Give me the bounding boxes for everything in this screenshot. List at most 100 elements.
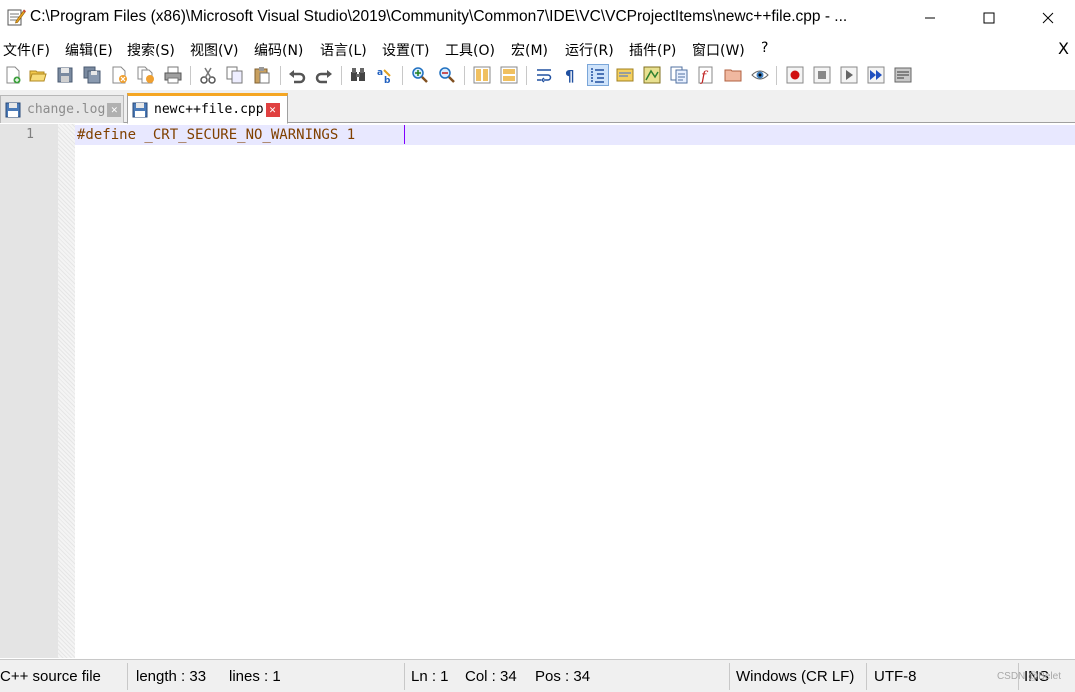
folder-as-workspace-button[interactable] bbox=[722, 64, 744, 86]
save-all-button[interactable] bbox=[81, 64, 103, 86]
copy-icon bbox=[226, 66, 243, 84]
close-all-button[interactable] bbox=[135, 64, 157, 86]
status-position: Pos : 34 bbox=[535, 668, 591, 685]
menu-help[interactable]: ? bbox=[761, 40, 768, 56]
toolbar-separator bbox=[280, 66, 281, 85]
zoom-in-button[interactable] bbox=[409, 64, 431, 86]
close-all-icon bbox=[137, 66, 154, 84]
minimize-icon bbox=[925, 17, 935, 19]
stop-icon bbox=[813, 66, 831, 84]
play-icon bbox=[840, 66, 858, 84]
word-wrap-button[interactable] bbox=[533, 64, 555, 86]
status-encoding[interactable]: UTF-8 bbox=[874, 668, 917, 685]
open-file-button[interactable] bbox=[27, 64, 49, 86]
sync-horizontal-icon bbox=[500, 66, 518, 84]
menu-language[interactable]: 语言(L) bbox=[320, 40, 367, 60]
code-line[interactable]: #define _CRT_SECURE_NO_WARNINGS 1 bbox=[77, 127, 355, 143]
redo-icon bbox=[315, 70, 332, 84]
stop-macro-button[interactable] bbox=[811, 64, 833, 86]
function-list-icon bbox=[670, 66, 688, 84]
eye-icon bbox=[751, 70, 769, 80]
svg-text:a: a bbox=[377, 68, 383, 78]
status-language: C++ source file bbox=[0, 668, 101, 685]
tab-close-button[interactable]: ✕ bbox=[107, 102, 122, 117]
tab-close-button[interactable]: ✕ bbox=[265, 102, 280, 117]
copy-button[interactable] bbox=[224, 64, 246, 86]
paste-button[interactable] bbox=[251, 64, 273, 86]
menu-macro[interactable]: 宏(M) bbox=[511, 40, 548, 60]
toolbar-separator bbox=[341, 66, 342, 85]
status-eol[interactable]: Windows (CR LF) bbox=[736, 668, 854, 685]
minimize-button[interactable] bbox=[901, 0, 959, 36]
status-lines: lines : 1 bbox=[229, 668, 281, 685]
print-icon bbox=[164, 66, 182, 84]
line-number: 1 bbox=[26, 127, 34, 142]
tab-newc-file-cpp[interactable]: newc++file.cpp ✕ bbox=[127, 93, 288, 124]
sync-vertical-button[interactable] bbox=[471, 64, 493, 86]
save-macro-icon bbox=[894, 67, 912, 83]
menu-encoding[interactable]: 编码(N) bbox=[254, 40, 303, 60]
indent-guide-icon bbox=[591, 68, 604, 83]
undo-button[interactable] bbox=[286, 64, 308, 86]
line-number-gutter: 1 bbox=[0, 124, 58, 658]
show-all-chars-icon: ¶ bbox=[565, 67, 575, 84]
toolbar: ab ¶ f bbox=[0, 62, 1075, 89]
zoom-out-button[interactable] bbox=[436, 64, 458, 86]
menu-run[interactable]: 运行(R) bbox=[565, 40, 614, 60]
run-macro-multiple-button[interactable] bbox=[865, 64, 887, 86]
close-window-button[interactable] bbox=[1019, 0, 1075, 36]
user-language-icon bbox=[616, 68, 634, 82]
indent-guide-button[interactable] bbox=[587, 64, 609, 86]
saved-disk-icon bbox=[5, 102, 21, 117]
user-language-button[interactable] bbox=[614, 64, 636, 86]
status-separator bbox=[729, 663, 730, 690]
record-macro-button[interactable] bbox=[784, 64, 806, 86]
sync-vertical-icon bbox=[473, 66, 491, 84]
doc-map-button[interactable] bbox=[641, 64, 663, 86]
status-separator bbox=[404, 663, 405, 690]
zoom-in-icon bbox=[412, 67, 428, 83]
menu-window[interactable]: 窗口(W) bbox=[692, 40, 745, 60]
find-button[interactable] bbox=[347, 64, 369, 86]
save-button[interactable] bbox=[54, 64, 76, 86]
tab-change-log[interactable]: change.log ✕ bbox=[0, 95, 124, 123]
sync-horizontal-button[interactable] bbox=[498, 64, 520, 86]
code-editor[interactable]: 1 #define _CRT_SECURE_NO_WARNINGS 1 bbox=[0, 124, 1075, 658]
record-icon bbox=[786, 66, 804, 84]
menu-search[interactable]: 搜索(S) bbox=[127, 40, 175, 60]
menu-file[interactable]: 文件(F) bbox=[3, 40, 50, 60]
toolbar-separator bbox=[190, 66, 191, 85]
toolbar-separator bbox=[526, 66, 527, 85]
monitoring-button[interactable] bbox=[749, 64, 771, 86]
document-tab-bar: change.log ✕ newc++file.cpp ✕ bbox=[0, 90, 1075, 124]
undo-icon bbox=[289, 70, 306, 84]
print-button[interactable] bbox=[162, 64, 184, 86]
function-list-button[interactable] bbox=[668, 64, 690, 86]
fold-margin[interactable] bbox=[58, 124, 75, 658]
function-icon: f bbox=[698, 66, 713, 84]
function-def-button[interactable]: f bbox=[695, 64, 717, 86]
close-document-button[interactable]: X bbox=[1058, 39, 1069, 58]
cut-button[interactable] bbox=[197, 64, 219, 86]
toolbar-separator bbox=[464, 66, 465, 85]
menu-settings[interactable]: 设置(T) bbox=[382, 40, 429, 60]
new-file-button[interactable] bbox=[2, 64, 24, 86]
save-icon bbox=[57, 67, 73, 83]
redo-button[interactable] bbox=[313, 64, 335, 86]
close-file-button[interactable] bbox=[108, 64, 130, 86]
watermark: CSDN @Belet bbox=[996, 671, 1061, 682]
replace-button[interactable]: ab bbox=[374, 64, 396, 86]
show-all-chars-button[interactable]: ¶ bbox=[560, 64, 582, 86]
menu-plugins[interactable]: 插件(P) bbox=[629, 40, 676, 60]
status-line: Ln : 1 bbox=[411, 668, 449, 685]
menu-view[interactable]: 视图(V) bbox=[190, 40, 239, 60]
find-icon bbox=[351, 68, 365, 81]
play-macro-button[interactable] bbox=[838, 64, 860, 86]
maximize-button[interactable] bbox=[960, 0, 1018, 36]
saved-disk-icon bbox=[132, 102, 148, 117]
new-file-icon bbox=[6, 66, 21, 84]
status-length: length : 33 bbox=[136, 668, 207, 685]
menu-edit[interactable]: 编辑(E) bbox=[65, 40, 113, 60]
menu-tools[interactable]: 工具(O) bbox=[445, 40, 495, 60]
save-macro-button[interactable] bbox=[892, 64, 914, 86]
